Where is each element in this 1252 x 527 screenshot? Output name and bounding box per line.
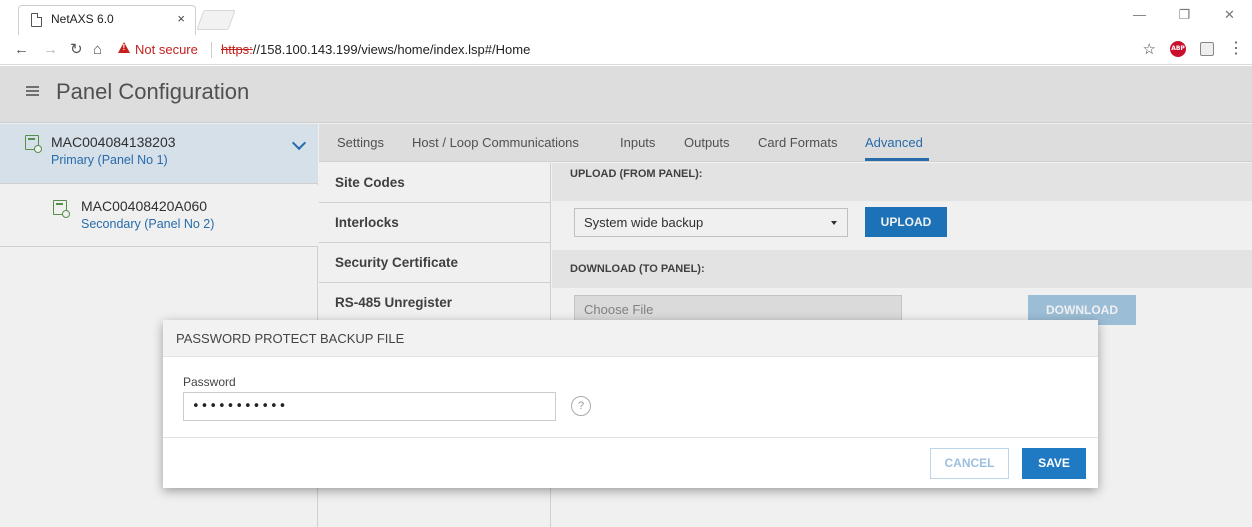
browser-menu-icon[interactable]: ⋮ bbox=[1228, 41, 1244, 57]
url-scheme: https: bbox=[221, 42, 253, 57]
tab-title: NetAXS 6.0 bbox=[51, 12, 114, 26]
home-icon[interactable]: ⌂ bbox=[93, 41, 102, 59]
reload-icon[interactable]: ↻ bbox=[70, 41, 83, 59]
page-icon bbox=[31, 13, 42, 27]
security-label[interactable]: Not secure bbox=[135, 42, 198, 57]
dialog-divider bbox=[163, 437, 1098, 438]
adblock-icon[interactable]: ABP bbox=[1170, 41, 1186, 57]
omnibox-separator bbox=[211, 42, 212, 58]
url-path: //158.100.143.199/views/home/index.lsp#/… bbox=[252, 42, 531, 57]
help-icon[interactable]: ? bbox=[571, 396, 591, 416]
back-icon[interactable]: ← bbox=[14, 41, 29, 59]
password-field[interactable] bbox=[183, 392, 556, 421]
browser-tab[interactable]: NetAXS 6.0 × bbox=[18, 5, 196, 35]
restore-icon[interactable]: ❐ bbox=[1162, 0, 1207, 30]
password-label: Password bbox=[183, 375, 236, 389]
close-window-icon[interactable]: ✕ bbox=[1207, 0, 1252, 30]
toolbar-icons: ☆ ABP ⋮ bbox=[1143, 40, 1244, 59]
extension-icon[interactable] bbox=[1200, 42, 1214, 56]
cancel-button[interactable]: CANCEL bbox=[930, 448, 1009, 479]
warning-icon bbox=[118, 42, 130, 53]
browser-tabstrip: NetAXS 6.0 × — ❐ ✕ bbox=[0, 0, 1252, 35]
address-bar: ← → ↻ ⌂ Not secure https://158.100.143.1… bbox=[0, 35, 1252, 65]
window-controls: — ❐ ✕ bbox=[1117, 0, 1252, 30]
bookmark-star-icon[interactable]: ☆ bbox=[1143, 40, 1156, 58]
dialog-title: PASSWORD PROTECT BACKUP FILE bbox=[163, 320, 1098, 357]
tab-close-icon[interactable]: × bbox=[177, 11, 185, 26]
url-field[interactable]: Not secure https://158.100.143.199/views… bbox=[111, 39, 1111, 61]
forward-icon[interactable]: → bbox=[43, 41, 58, 59]
minimize-icon[interactable]: — bbox=[1117, 0, 1162, 30]
save-button[interactable]: SAVE bbox=[1022, 448, 1086, 479]
url-text: https://158.100.143.199/views/home/index… bbox=[221, 42, 530, 57]
new-tab-button[interactable] bbox=[196, 10, 236, 30]
password-protect-dialog: PASSWORD PROTECT BACKUP FILE Password ? … bbox=[163, 320, 1098, 488]
